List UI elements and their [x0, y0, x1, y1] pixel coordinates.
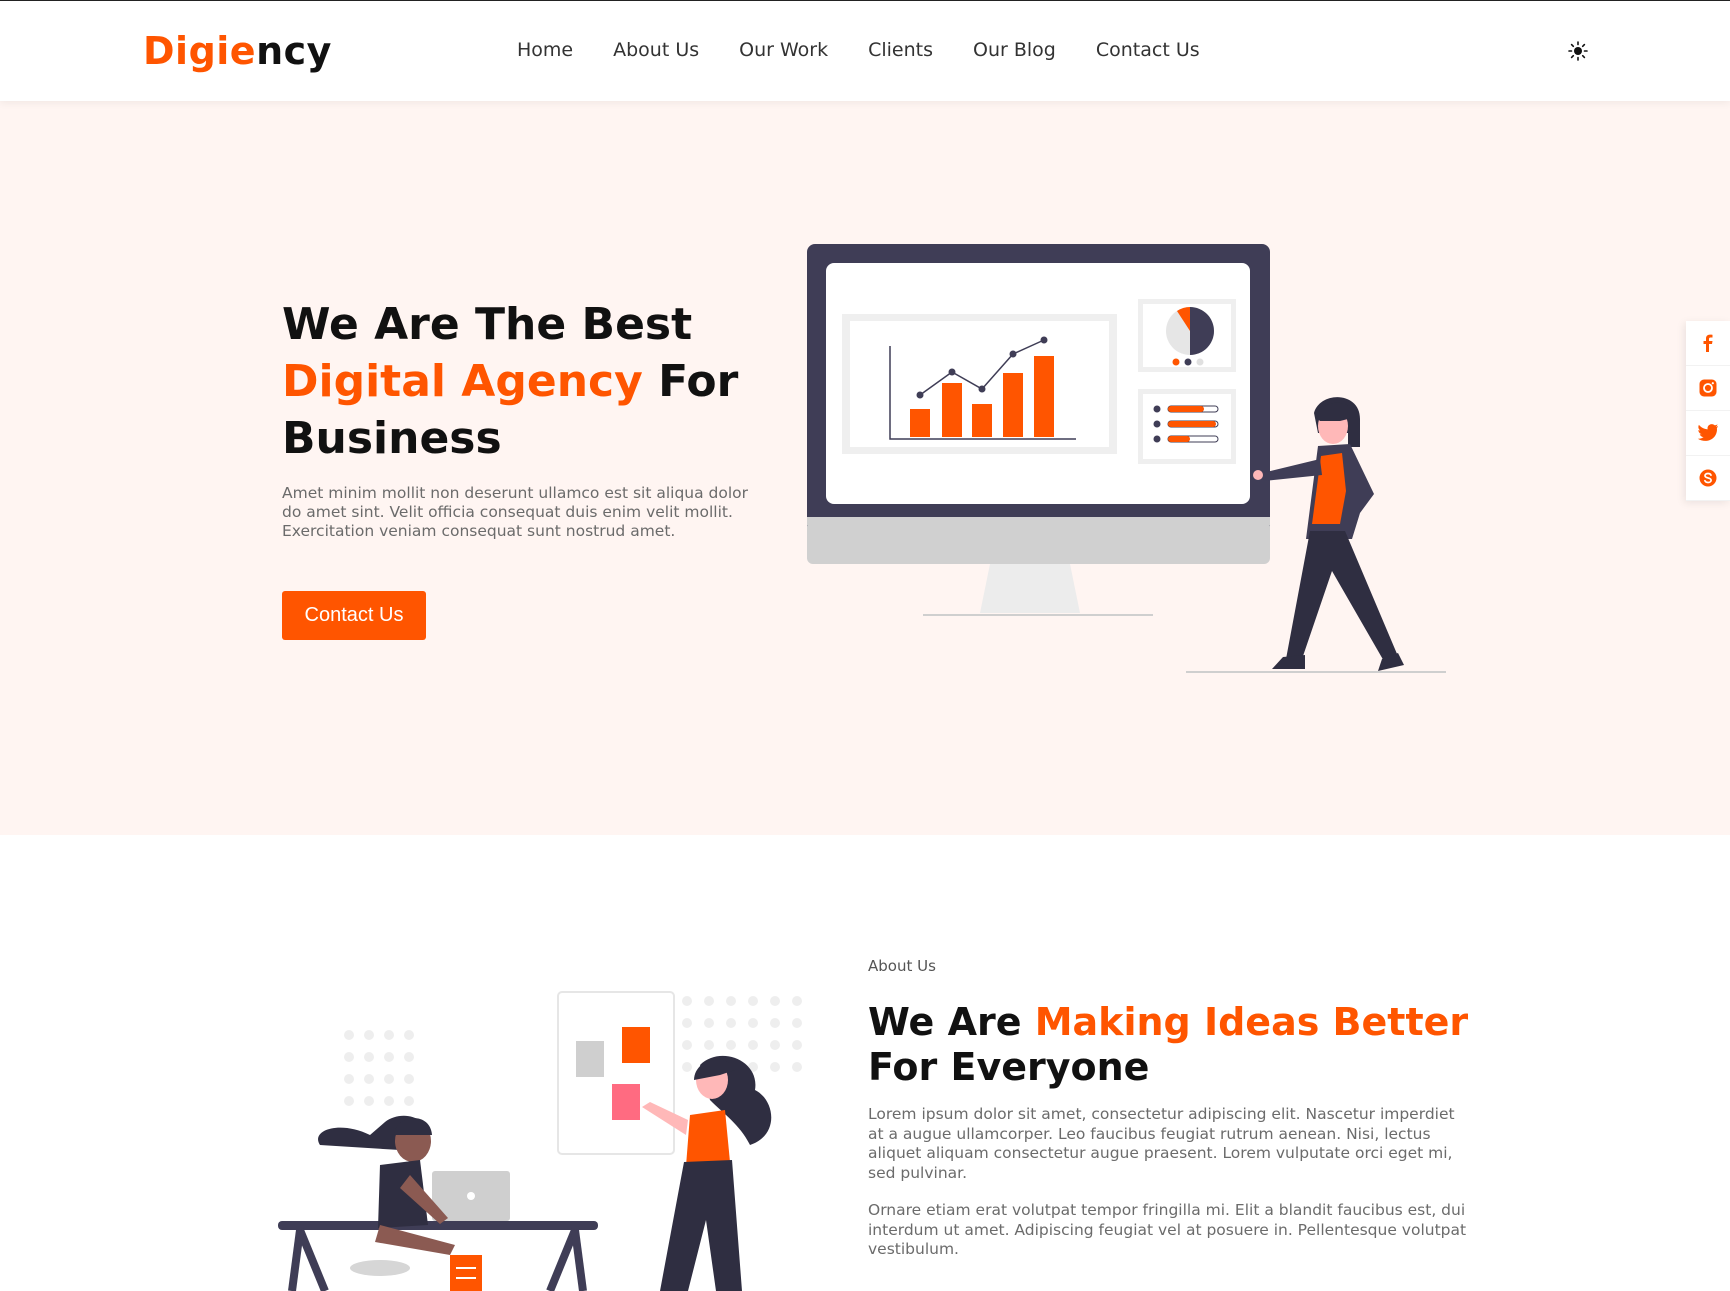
nav-clients[interactable]: Clients — [868, 39, 933, 61]
instagram-icon[interactable] — [1686, 366, 1730, 411]
hero-title-highlight: Digital Agency — [282, 356, 643, 407]
social-sidebar — [1686, 321, 1730, 501]
twitter-icon[interactable] — [1686, 411, 1730, 456]
nav-our-blog[interactable]: Our Blog — [973, 39, 1056, 61]
nav-our-work[interactable]: Our Work — [739, 39, 828, 61]
logo-part2: ncy — [256, 29, 332, 73]
site-header: Digiency Home About Us Our Work Clients … — [0, 0, 1730, 101]
logo-part1: Digie — [143, 29, 257, 73]
nav-home[interactable]: Home — [517, 39, 573, 61]
about-title-part2: For Everyone — [868, 1045, 1150, 1089]
hero-title-line3: Business — [282, 413, 502, 464]
nav-about-us[interactable]: About Us — [613, 39, 699, 61]
logo[interactable]: Digiency — [143, 29, 332, 73]
sun-icon[interactable] — [1566, 39, 1590, 63]
hero-title: We Are The Best Digital Agency For Busin… — [282, 296, 762, 467]
facebook-icon[interactable] — [1686, 321, 1730, 366]
about-title: We Are Making Ideas Better For Everyone — [868, 1000, 1508, 1090]
hero-title-line2-rest: For — [642, 356, 739, 407]
about-title-highlight: Making Ideas Better — [1034, 1000, 1469, 1044]
hero-section: We Are The Best Digital Agency For Busin… — [0, 101, 1730, 835]
about-title-part1: We Are — [868, 1000, 1035, 1044]
about-eyebrow: About Us — [868, 957, 936, 975]
main-nav: Home About Us Our Work Clients Our Blog … — [517, 39, 1240, 61]
skype-icon[interactable] — [1686, 456, 1730, 501]
nav-contact-us[interactable]: Contact Us — [1096, 39, 1200, 61]
hero-title-line1: We Are The Best — [282, 299, 693, 350]
about-illustration — [278, 991, 802, 1291]
about-paragraph-2: Ornare etiam erat volutpat tempor fringi… — [868, 1201, 1467, 1258]
hero-illustration — [807, 244, 1446, 673]
about-section: About Us We Are Making Ideas Better For … — [0, 835, 1730, 1291]
hero-description: Amet minim mollit non deserunt ullamco e… — [282, 484, 749, 540]
contact-us-button[interactable]: Contact Us — [282, 591, 426, 640]
about-paragraph-1: Lorem ipsum dolor sit amet, consectetur … — [868, 1105, 1455, 1182]
